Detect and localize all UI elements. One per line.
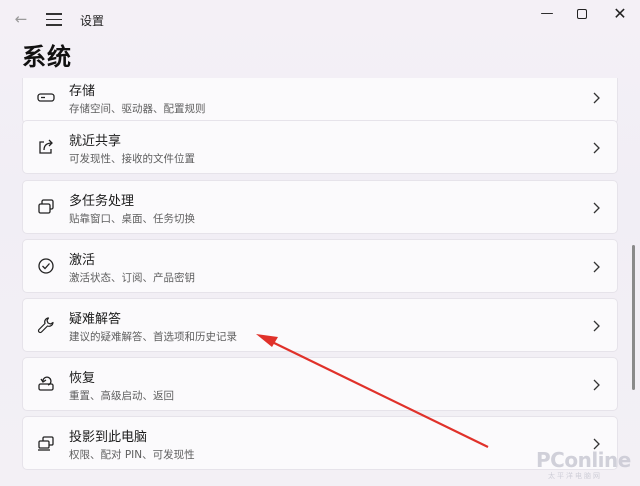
minimize-button[interactable]: — [532, 4, 562, 24]
item-title: 就近共享 [69, 134, 122, 149]
settings-item-storage[interactable]: 存储 存储空间、驱动器、配置规则 [22, 78, 618, 124]
item-title: 存储 [69, 84, 96, 99]
item-subtitle: 可发现性、接收的文件位置 [69, 153, 195, 165]
watermark-subtext: 太平洋电脑网 [548, 472, 602, 480]
settings-list: 存储 存储空间、驱动器、配置规则 就近共享 可发现性、接收的文件位置 多任务处理… [0, 78, 640, 486]
chevron-right-icon [591, 259, 601, 273]
recovery-icon [36, 374, 56, 394]
item-subtitle: 贴靠窗口、桌面、任务切换 [69, 213, 195, 225]
settings-item-troubleshoot[interactable]: 疑难解答 建议的疑难解答、首选项和历史记录 [22, 298, 618, 352]
window-title: 设置 [80, 14, 105, 28]
title-bar: ← 设置 — ✕ [0, 0, 640, 38]
activation-check-icon [36, 256, 56, 276]
close-button[interactable]: ✕ [605, 4, 635, 24]
item-subtitle: 存储空间、驱动器、配置规则 [69, 103, 206, 115]
settings-item-project-to-pc[interactable]: 投影到此电脑 权限、配对 PIN、可发现性 [22, 416, 618, 470]
maximize-icon [577, 8, 587, 19]
item-title: 多任务处理 [69, 194, 135, 209]
chevron-right-icon [591, 377, 601, 391]
share-icon [36, 137, 56, 157]
watermark-logo: PConline [536, 448, 631, 472]
settings-item-multitasking[interactable]: 多任务处理 贴靠窗口、桌面、任务切换 [22, 180, 618, 234]
chevron-right-icon [591, 200, 601, 214]
hamburger-menu-icon[interactable] [45, 9, 63, 29]
item-subtitle: 建议的疑难解答、首选项和历史记录 [69, 331, 237, 343]
item-title: 疑难解答 [69, 312, 122, 327]
multitasking-icon [36, 197, 56, 217]
back-arrow-icon[interactable]: ← [10, 9, 32, 29]
scrollbar[interactable] [632, 245, 635, 390]
item-title: 投影到此电脑 [69, 430, 148, 445]
item-subtitle: 重置、高级启动、返回 [69, 390, 174, 402]
chevron-right-icon [591, 140, 601, 154]
project-icon [36, 433, 56, 453]
settings-item-nearby-sharing[interactable]: 就近共享 可发现性、接收的文件位置 [22, 120, 618, 174]
item-subtitle: 权限、配对 PIN、可发现性 [69, 449, 195, 461]
settings-item-recovery[interactable]: 恢复 重置、高级启动、返回 [22, 357, 618, 411]
item-title: 激活 [69, 253, 96, 268]
chevron-right-icon [591, 90, 601, 104]
storage-icon [36, 87, 56, 107]
chevron-right-icon [591, 318, 601, 332]
item-title: 恢复 [69, 371, 96, 386]
wrench-icon [36, 315, 56, 335]
page-title: 系统 [22, 43, 72, 71]
maximize-button[interactable] [567, 4, 597, 24]
settings-item-activation[interactable]: 激活 激活状态、订阅、产品密钥 [22, 239, 618, 293]
item-subtitle: 激活状态、订阅、产品密钥 [69, 272, 195, 284]
